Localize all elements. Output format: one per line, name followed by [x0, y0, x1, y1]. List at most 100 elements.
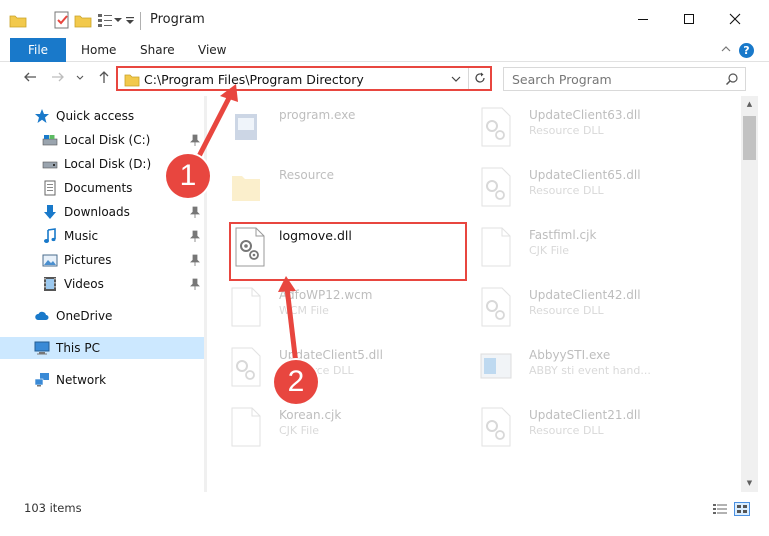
file-item[interactable]: Korean.cjk CJK File	[207, 402, 447, 452]
drive-icon	[42, 161, 58, 169]
nav-label: Music	[64, 229, 99, 243]
nav-this-pc[interactable]: This PC	[0, 337, 204, 359]
file-name: AdfoWP12.wcm	[279, 288, 373, 302]
close-icon	[729, 13, 741, 25]
cloud-icon	[35, 311, 49, 320]
chevron-down-icon[interactable]	[112, 10, 124, 30]
maximize-icon	[684, 14, 694, 24]
chevron-down-icon	[76, 75, 84, 80]
generic-file-icon	[481, 227, 511, 267]
arrow-left-icon	[24, 72, 36, 82]
search-box[interactable]: Search Program	[503, 67, 746, 91]
step1-badge: 1	[166, 154, 210, 198]
ribbon: File Home Share View ?	[0, 38, 769, 62]
minimize-button[interactable]	[620, 6, 666, 34]
scroll-thumb[interactable]	[743, 116, 756, 160]
tab-share[interactable]: Share	[140, 38, 175, 62]
nav-label: Videos	[64, 277, 104, 291]
nav-label: Local Disk (D:)	[64, 157, 152, 171]
file-list: program.exe Resource logmove.dll AdfoWP1…	[207, 96, 741, 492]
file-item[interactable]: UpdateClient65.dll Resource DLL	[457, 162, 697, 212]
folder-icon	[124, 74, 140, 87]
search-input[interactable]: Search Program	[512, 72, 612, 87]
tab-view[interactable]: View	[198, 38, 226, 62]
drive-icon	[42, 135, 58, 146]
file-item[interactable]: Resource	[207, 162, 447, 212]
address-bar[interactable]: C:\Program Files\Program Directory	[116, 66, 492, 91]
close-button[interactable]	[712, 6, 758, 34]
dll-file-icon	[481, 107, 511, 147]
details-view-icon[interactable]	[712, 502, 728, 516]
refresh-button[interactable]	[468, 68, 490, 89]
folder-icon	[232, 176, 260, 201]
file-item[interactable]: UpdateClient5.dll Resource DLL	[207, 342, 447, 392]
arrow-right-icon	[52, 72, 64, 82]
pin-icon[interactable]	[190, 206, 200, 218]
vertical-scrollbar[interactable]: ▲ ▼	[741, 96, 758, 492]
expand-ribbon-icon[interactable]	[720, 43, 732, 55]
tiles-view-button[interactable]	[734, 502, 750, 516]
file-name: UpdateClient65.dll	[529, 168, 641, 182]
nav-downloads[interactable]: Downloads	[0, 201, 204, 223]
nav-label: Network	[56, 373, 107, 387]
pin-icon[interactable]	[190, 230, 200, 242]
dll-file-icon	[231, 347, 261, 387]
file-name: UpdateClient63.dll	[529, 108, 641, 122]
documents-icon	[44, 180, 56, 196]
file-item[interactable]: program.exe	[207, 102, 447, 152]
file-item[interactable]: UpdateClient21.dll Resource DLL	[457, 402, 697, 452]
file-type: CJK File	[529, 244, 570, 257]
nav-local-disk-c[interactable]: Local Disk (C:)	[0, 129, 204, 151]
computer-icon	[34, 341, 50, 355]
file-type: WCM File	[279, 304, 329, 317]
recent-locations-button[interactable]	[74, 70, 86, 88]
file-item[interactable]: UpdateClient63.dll Resource DLL	[457, 102, 697, 152]
dll-file-icon	[481, 287, 511, 327]
file-name: program.exe	[279, 108, 356, 122]
tab-file[interactable]: File	[10, 38, 66, 62]
nav-quick-access[interactable]: Quick access	[0, 105, 204, 127]
file-name: UpdateClient21.dll	[529, 408, 641, 422]
window-title: Program	[150, 12, 205, 27]
scroll-down-button[interactable]: ▼	[741, 475, 758, 492]
customize-toolbar-icon[interactable]	[124, 10, 136, 30]
nav-videos[interactable]: Videos	[0, 273, 204, 295]
forward-button[interactable]	[48, 70, 68, 88]
address-path[interactable]: C:\Program Files\Program Directory	[144, 72, 364, 87]
chevron-down-icon[interactable]	[450, 73, 462, 85]
file-name: Korean.cjk	[279, 408, 342, 422]
scroll-up-button[interactable]: ▲	[741, 96, 758, 113]
file-item[interactable]: Fastfiml.cjk CJK File	[457, 222, 697, 272]
properties-icon[interactable]	[52, 10, 72, 30]
tab-home[interactable]: Home	[81, 38, 116, 62]
file-item[interactable]: AdfoWP12.wcm WCM File	[207, 282, 447, 332]
up-button[interactable]	[94, 70, 114, 88]
file-item[interactable]: AbbyySTI.exe ABBY sti event hand...	[457, 342, 697, 392]
help-button[interactable]: ?	[739, 43, 754, 58]
pin-icon[interactable]	[190, 134, 200, 146]
new-folder-icon[interactable]	[73, 10, 93, 30]
star-icon	[35, 109, 49, 123]
file-item[interactable]: UpdateClient42.dll Resource DLL	[457, 282, 697, 332]
pictures-icon	[42, 254, 58, 267]
network-icon	[34, 373, 49, 387]
nav-label: Local Disk (C:)	[64, 133, 151, 147]
file-name: Resource	[279, 168, 335, 182]
back-button[interactable]	[20, 70, 40, 88]
nav-label: Pictures	[64, 253, 112, 267]
nav-label: OneDrive	[56, 309, 113, 323]
nav-music[interactable]: Music	[0, 225, 204, 247]
generic-file-icon	[231, 407, 261, 447]
pin-icon[interactable]	[190, 278, 200, 290]
maximize-button[interactable]	[666, 6, 712, 34]
minimize-icon	[638, 19, 648, 20]
exe-file-icon	[235, 114, 257, 140]
pin-icon[interactable]	[190, 254, 200, 266]
nav-network[interactable]: Network	[0, 369, 204, 391]
nav-pictures[interactable]: Pictures	[0, 249, 204, 271]
tiles-view-icon	[737, 505, 747, 513]
search-icon[interactable]	[725, 72, 739, 86]
nav-onedrive[interactable]: OneDrive	[0, 305, 204, 327]
nav-label: This PC	[56, 341, 100, 355]
file-type: Resource DLL	[529, 304, 604, 317]
